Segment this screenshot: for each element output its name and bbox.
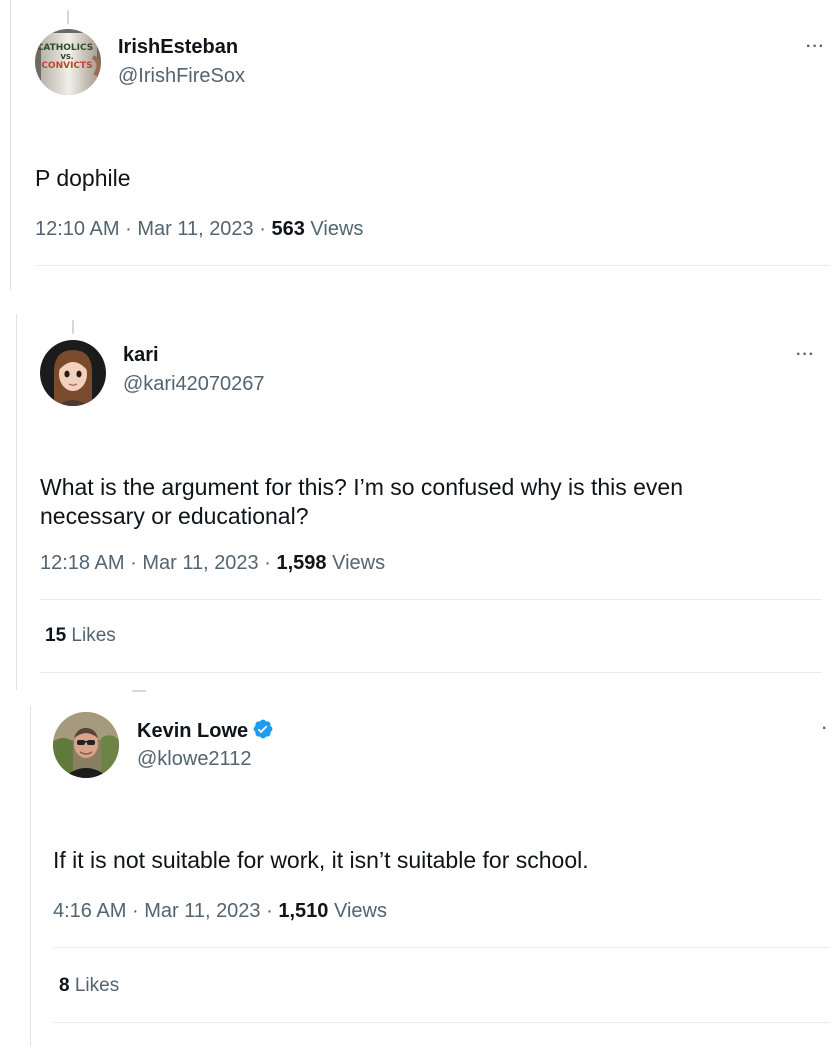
avatar-text-3: CONVICTS: [41, 61, 92, 71]
display-name[interactable]: kari: [123, 344, 159, 367]
likes-stat[interactable]: 15 Likes: [45, 625, 116, 647]
display-name-text: Kevin Lowe: [137, 720, 249, 742]
tweet-meta: 12:18 AM · Mar 11, 2023 · 1,598 Views: [40, 552, 385, 575]
verified-badge-icon: [252, 718, 274, 746]
timestamp-time[interactable]: 12:10 AM: [35, 218, 120, 240]
thread-connector: [132, 690, 146, 692]
timestamp-time[interactable]: 4:16 AM: [53, 900, 126, 922]
likes-stat[interactable]: 8 Likes: [59, 975, 119, 997]
divider: [53, 947, 830, 948]
more-options-icon[interactable]: ···: [796, 346, 815, 364]
avatar[interactable]: [53, 712, 119, 778]
timestamp-date[interactable]: Mar 11, 2023: [137, 218, 253, 240]
left-border: [30, 706, 31, 1046]
timestamp-date[interactable]: Mar 11, 2023: [142, 552, 258, 574]
likes-label: Likes: [74, 975, 120, 996]
meta-separator: ·: [130, 552, 137, 574]
tweet-irishesteban[interactable]: CATHOLICS VS. CONVICTS IrishEsteban @Iri…: [0, 0, 840, 290]
thread-connector: [67, 10, 69, 24]
likes-count: 15: [45, 625, 67, 646]
tweet-kari[interactable]: kari @kari42070267 ··· What is the argum…: [0, 314, 840, 694]
tweet-text: P dophile: [35, 165, 131, 191]
views-count: 563: [271, 218, 305, 240]
left-border: [10, 0, 11, 290]
meta-separator: ·: [264, 552, 271, 574]
display-name[interactable]: IrishEsteban: [118, 36, 238, 59]
meta-separator: ·: [131, 900, 139, 922]
handle[interactable]: @kari42070267: [123, 373, 265, 396]
more-options-icon[interactable]: ···: [806, 38, 825, 56]
meta-separator: ·: [266, 900, 273, 922]
avatar[interactable]: CATHOLICS VS. CONVICTS: [35, 29, 101, 95]
avatar[interactable]: [40, 340, 106, 406]
left-border: [16, 314, 17, 694]
divider: [53, 1022, 830, 1023]
tweet-text: If it is not suitable for work, it isn’t…: [53, 847, 589, 873]
likes-label: Likes: [71, 625, 116, 646]
tweet-meta: 12:10 AM · Mar 11, 2023 · 563 Views: [35, 218, 363, 241]
meta-separator: ·: [125, 218, 132, 240]
timestamp-date[interactable]: Mar 11, 2023: [144, 900, 260, 922]
tweet-kevin-lowe[interactable]: Kevin Lowe @klowe2112 · If it is not sui…: [0, 690, 840, 1050]
views-count: 1,510: [278, 900, 329, 922]
divider: [40, 599, 822, 600]
display-name[interactable]: Kevin Lowe: [137, 718, 274, 746]
likes-count: 8: [59, 975, 70, 996]
views-label: Views: [333, 900, 387, 922]
more-options-icon[interactable]: ·: [822, 720, 828, 738]
views-count: 1,598: [276, 552, 327, 574]
views-label: Views: [310, 218, 364, 240]
avatar-text-1: CATHOLICS: [37, 43, 94, 53]
meta-separator: ·: [259, 218, 266, 240]
thread-connector: [72, 320, 74, 334]
divider: [40, 672, 822, 673]
timestamp-time[interactable]: 12:18 AM: [40, 552, 125, 574]
tweet-meta: 4:16 AM · Mar 11, 2023 · 1,510 Views: [53, 900, 387, 923]
handle[interactable]: @IrishFireSox: [118, 65, 245, 88]
tweet-text: What is the argument for this? I’m so co…: [40, 474, 684, 529]
views-label: Views: [332, 552, 386, 574]
divider: [35, 265, 830, 266]
avatar-text-2: VS.: [60, 53, 73, 61]
handle[interactable]: @klowe2112: [137, 748, 251, 771]
